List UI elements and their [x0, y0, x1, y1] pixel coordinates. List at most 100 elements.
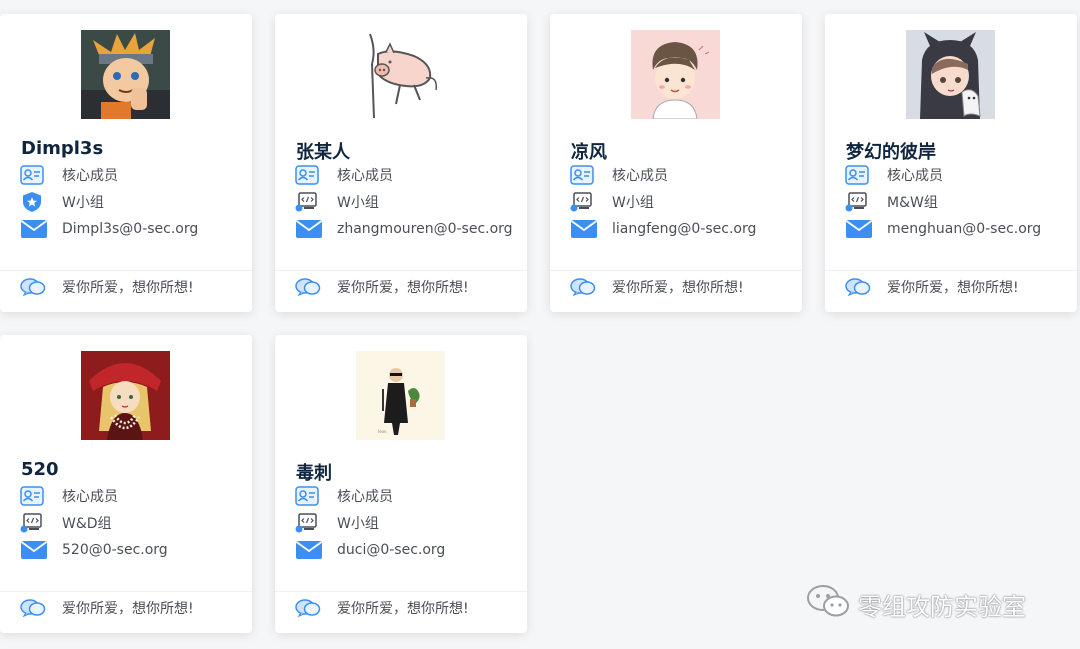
member-name: Dimpl3s: [21, 138, 104, 159]
member-motto: 爱你所爱，想你所想!: [62, 601, 194, 617]
member-motto: 爱你所爱，想你所想!: [337, 601, 469, 617]
member-role-row: 核心成员: [845, 164, 943, 186]
mail-icon: [845, 218, 873, 240]
member-group: W小组: [612, 195, 654, 211]
member-card: 张某人 核心成员 W小组 zhangmouren@0-sec.org 爱你所爱，…: [275, 14, 527, 312]
member-card: 520 核心成员 W&D组 520@0-sec.org 爱你所爱，想你所想!: [0, 335, 252, 633]
member-role: 核心成员: [337, 168, 393, 184]
member-email-row[interactable]: duci@0-sec.org: [295, 539, 445, 561]
member-motto: 爱你所爱，想你所想!: [887, 280, 1019, 296]
watermark-text: 零组攻防实验室: [858, 592, 1026, 621]
member-email[interactable]: liangfeng@0-sec.org: [612, 221, 756, 237]
member-role-row: 核心成员: [295, 164, 393, 186]
anime-girl-avatar: [906, 30, 995, 119]
member-card: 梦幻的彼岸 核心成员 M&W组 menghuan@0-sec.org 爱你所爱，…: [825, 14, 1077, 312]
code-monitor-icon: [20, 512, 48, 534]
member-role-row: 核心成员: [295, 485, 393, 507]
cartoon-boy-avatar: [631, 30, 720, 119]
member-motto: 爱你所爱，想你所想!: [337, 280, 469, 296]
member-name: 毒刺: [296, 463, 332, 484]
member-group-row: W&D组: [20, 512, 112, 534]
mail-icon: [20, 218, 48, 240]
pig-sketch-avatar: [356, 30, 445, 119]
card-divider: [275, 591, 527, 592]
member-name: 张某人: [296, 142, 350, 163]
wechat-watermark: 零组攻防实验室: [806, 584, 1026, 624]
member-email-row[interactable]: Dimpl3s@0-sec.org: [20, 218, 198, 240]
id-card-icon: [20, 164, 48, 186]
chat-bubbles-icon: [20, 278, 48, 296]
member-card: leon 毒刺 核心成员 W小组 duci@0-sec.org 爱你所爱，想你所…: [275, 335, 527, 633]
member-role-row: 核心成员: [570, 164, 668, 186]
svg-text:leon: leon: [378, 429, 387, 434]
shield-star-icon: [20, 191, 48, 213]
chat-bubbles-icon: [570, 278, 598, 296]
member-motto-row: 爱你所爱，想你所想!: [845, 276, 1019, 298]
member-group: M&W组: [887, 195, 938, 211]
id-card-icon: [20, 485, 48, 507]
member-group: W小组: [337, 516, 379, 532]
member-email[interactable]: menghuan@0-sec.org: [887, 221, 1041, 237]
code-monitor-icon: [295, 512, 323, 534]
card-divider: [0, 270, 252, 271]
member-card: 凉风 核心成员 W小组 liangfeng@0-sec.org 爱你所爱，想你所…: [550, 14, 802, 312]
id-card-icon: [295, 164, 323, 186]
member-role-row: 核心成员: [20, 485, 118, 507]
id-card-icon: [295, 485, 323, 507]
member-motto: 爱你所爱，想你所想!: [62, 280, 194, 296]
member-email[interactable]: 520@0-sec.org: [62, 542, 168, 558]
member-group-row: W小组: [570, 191, 654, 213]
member-motto-row: 爱你所爱，想你所想!: [295, 276, 469, 298]
member-role-row: 核心成员: [20, 164, 118, 186]
card-divider: [825, 270, 1077, 271]
id-card-icon: [570, 164, 598, 186]
member-role: 核心成员: [612, 168, 668, 184]
member-motto-row: 爱你所爱，想你所想!: [295, 597, 469, 619]
mail-icon: [295, 539, 323, 561]
member-email-row[interactable]: menghuan@0-sec.org: [845, 218, 1041, 240]
member-email-row[interactable]: zhangmouren@0-sec.org: [295, 218, 513, 240]
code-monitor-icon: [295, 191, 323, 213]
member-group: W小组: [337, 195, 379, 211]
chat-bubbles-icon: [20, 599, 48, 617]
member-card: Dimpl3s 核心成员 W小组 Dimpl3s@0-sec.org 爱你所爱，…: [0, 14, 252, 312]
member-group-row: W小组: [295, 191, 379, 213]
blonde-girl-avatar: [81, 351, 170, 440]
member-motto: 爱你所爱，想你所想!: [612, 280, 744, 296]
card-divider: [0, 591, 252, 592]
member-motto-row: 爱你所爱，想你所想!: [20, 276, 194, 298]
member-group: W&D组: [62, 516, 112, 532]
member-group-row: W小组: [295, 512, 379, 534]
member-role: 核心成员: [887, 168, 943, 184]
mail-icon: [570, 218, 598, 240]
member-group-row: W小组: [20, 191, 104, 213]
member-email[interactable]: zhangmouren@0-sec.org: [337, 221, 513, 237]
code-monitor-icon: [570, 191, 598, 213]
chat-bubbles-icon: [295, 599, 323, 617]
id-card-icon: [845, 164, 873, 186]
member-name: 凉风: [571, 142, 607, 163]
mail-icon: [20, 539, 48, 561]
member-role: 核心成员: [62, 489, 118, 505]
member-email-row[interactable]: 520@0-sec.org: [20, 539, 168, 561]
member-role: 核心成员: [62, 168, 118, 184]
man-in-black-avatar: leon: [356, 351, 445, 440]
member-role: 核心成员: [337, 489, 393, 505]
member-email-row[interactable]: liangfeng@0-sec.org: [570, 218, 756, 240]
member-group-row: M&W组: [845, 191, 938, 213]
card-divider: [275, 270, 527, 271]
member-motto-row: 爱你所爱，想你所想!: [20, 597, 194, 619]
member-email[interactable]: duci@0-sec.org: [337, 542, 445, 558]
member-motto-row: 爱你所爱，想你所想!: [570, 276, 744, 298]
code-monitor-icon: [845, 191, 873, 213]
wechat-icon: [806, 584, 850, 624]
card-divider: [550, 270, 802, 271]
mail-icon: [295, 218, 323, 240]
member-group: W小组: [62, 195, 104, 211]
chat-bubbles-icon: [845, 278, 873, 296]
chat-bubbles-icon: [295, 278, 323, 296]
member-email[interactable]: Dimpl3s@0-sec.org: [62, 221, 198, 237]
member-name: 梦幻的彼岸: [846, 142, 936, 163]
naruto-avatar: [81, 30, 170, 119]
member-name: 520: [21, 459, 59, 480]
